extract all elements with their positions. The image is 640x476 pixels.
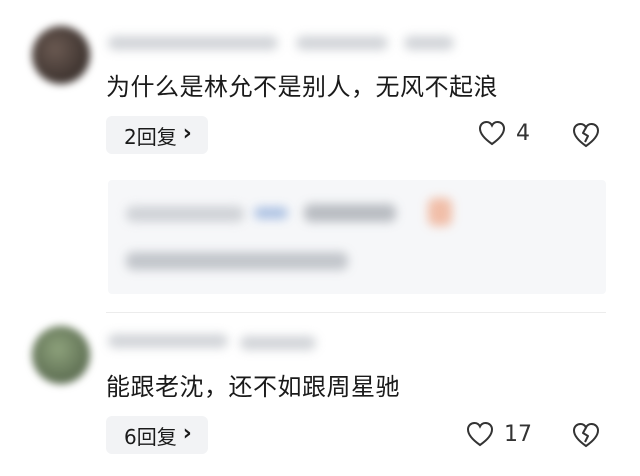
comment-text: 为什么是林允不是别人，无风不起浪 [106, 73, 498, 101]
like-count: 17 [504, 421, 532, 447]
comment-text: 能跟老沈，还不如跟周星驰 [106, 373, 400, 401]
chevron-right-icon: › [182, 421, 192, 446]
dislike-button[interactable] [572, 122, 600, 148]
quoted-text-blurred [126, 252, 348, 270]
heart-outline-icon [478, 120, 506, 146]
quoted-username-blurred [126, 206, 244, 222]
quoted-arrow-blurred [254, 207, 288, 219]
quoted-target-blurred [304, 204, 396, 222]
reply-count-button[interactable]: 2回复 › [106, 116, 208, 154]
dislike-button[interactable] [572, 422, 600, 448]
reply-count-label: 2回复 [124, 124, 177, 149]
heart-outline-icon [466, 421, 494, 447]
chevron-right-icon: › [182, 121, 192, 146]
timestamp-blurred [296, 36, 388, 50]
username-blurred[interactable] [108, 334, 228, 348]
broken-heart-icon [572, 122, 600, 148]
username-blurred[interactable] [108, 36, 278, 50]
quoted-emoji-blurred [428, 198, 452, 226]
avatar[interactable] [32, 326, 90, 384]
quoted-reply-preview[interactable] [108, 180, 606, 294]
like-button[interactable]: 4 [478, 120, 530, 146]
like-count: 4 [516, 120, 530, 146]
reply-count-label: 6回复 [124, 424, 177, 449]
timestamp-blurred [240, 336, 316, 350]
location-blurred [404, 36, 454, 50]
broken-heart-icon [572, 422, 600, 448]
comment-divider [106, 312, 606, 313]
reply-count-button[interactable]: 6回复 › [106, 416, 208, 454]
like-button[interactable]: 17 [466, 421, 532, 447]
avatar[interactable] [32, 26, 90, 84]
